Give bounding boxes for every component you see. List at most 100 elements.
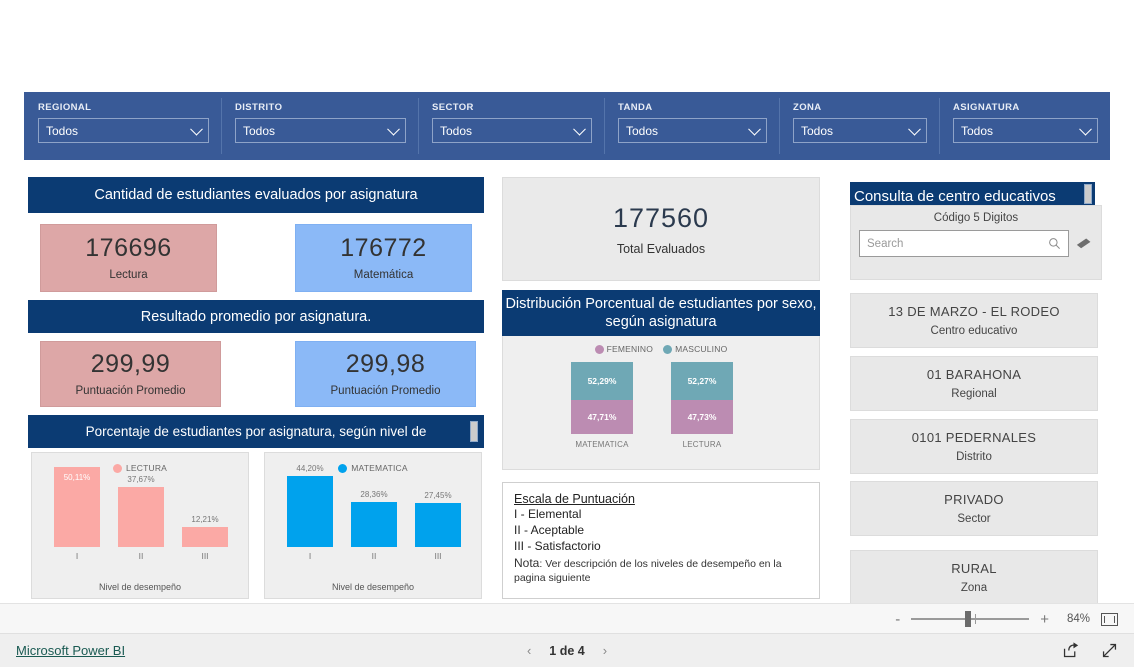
slicer-value: Todos (46, 123, 79, 138)
title-porcentaje-nivel: Porcentaje de estudiantes por asignatura… (28, 415, 484, 448)
zoom-slider-thumb[interactable] (965, 611, 972, 627)
fullscreen-icon[interactable] (1101, 642, 1118, 659)
chart-matematica-nivel-desempeno[interactable]: MATEMATICA 44,20% I 28,36% II 27,45% III Nive… (264, 452, 482, 599)
slicer-dropdown[interactable]: Todos (953, 118, 1098, 143)
zoom-percentage: 84% (1066, 613, 1090, 625)
chart-plot-area: 52,29% 47,71% MATEMATICA 52,27% 47,73% LECTUR… (503, 358, 819, 452)
info-card-distrito[interactable]: 0101 PEDERNALES Distrito (850, 419, 1098, 474)
bar-value-label: 28,36% (360, 490, 388, 499)
kpi-card-matematica-evaluados[interactable]: 176772 Matemática (295, 224, 472, 292)
title-scrollbar-thumb[interactable] (1084, 184, 1092, 204)
previous-page-button[interactable]: ‹ (527, 643, 531, 658)
info-card-regional[interactable]: 01 BARAHONA Regional (850, 356, 1098, 411)
legend-color-swatch-masculino (663, 344, 673, 354)
bar-rect[interactable] (351, 502, 397, 547)
info-card-centro-educativo[interactable]: 13 DE MARZO - EL RODEO Centro educativo (850, 293, 1098, 348)
zoom-out-button[interactable]: - (895, 612, 900, 627)
zoom-slider-tick (975, 614, 977, 624)
eraser-icon[interactable] (1076, 237, 1093, 251)
bar-value-label: 44,20% (296, 464, 324, 473)
slicer-distrito[interactable]: DISTRITO Todos (221, 92, 418, 160)
slicer-value: Todos (961, 123, 994, 138)
stacked-bar-segment[interactable]: 52,27% (671, 362, 733, 400)
bar-column[interactable]: 28,36% (351, 490, 397, 547)
search-slicer-card: Código 5 Digitos Search (850, 205, 1102, 280)
info-value: 01 BARAHONA (926, 367, 1022, 382)
slicer-dropdown[interactable]: Todos (618, 118, 767, 143)
info-card-zona[interactable]: RURAL Zona (850, 550, 1098, 605)
x-axis-tick: I (308, 551, 312, 561)
stacked-bar-segment[interactable]: 52,29% (571, 362, 633, 400)
info-value: 13 DE MARZO - EL RODEO (888, 304, 1060, 319)
kpi-label: Puntuación Promedio (75, 385, 186, 398)
title-scrollbar-thumb[interactable] (470, 421, 478, 442)
title-text: Consulta de centro educativos (854, 187, 1056, 205)
stacked-bar-segment[interactable]: 47,71% (571, 400, 633, 434)
kpi-value: 177560 (612, 202, 710, 233)
slicer-regional[interactable]: REGIONAL Todos (24, 92, 221, 160)
page-vertical-scrollbar[interactable] (1050, 0, 1062, 92)
x-axis-tick: III (434, 551, 442, 561)
chart-plot-area: 50,11% I 37,67% II 12,21% III (32, 467, 248, 569)
kpi-card-matematica-promedio[interactable]: 299,98 Puntuación Promedio (295, 341, 476, 407)
chart-distribucion-sexo[interactable]: FEMENINO MASCULINO 52,29% 47,71% MATEMATIC… (502, 336, 820, 470)
bar-rect[interactable] (287, 476, 333, 547)
legend-color-swatch (112, 463, 122, 473)
page-navigation: ‹ 1 de 4 › (0, 643, 1134, 658)
slicer-dropdown[interactable]: Todos (432, 118, 592, 143)
bar-rect[interactable] (182, 527, 228, 547)
bar-column[interactable]: 27,45% (415, 491, 461, 547)
nota-text: : Ver descripción de los niveles de dese… (514, 557, 782, 584)
bar-column[interactable]: 50,11% (54, 467, 100, 547)
info-card-sector[interactable]: PRIVADO Sector (850, 481, 1098, 536)
slicer-tanda[interactable]: TANDA Todos (604, 92, 779, 160)
slicer-dropdown[interactable]: Todos (793, 118, 927, 143)
bar-column[interactable]: 44,20% (287, 464, 333, 547)
stacked-bar-column[interactable]: 52,29% 47,71% (571, 362, 633, 434)
slicer-dropdown[interactable]: Todos (235, 118, 406, 143)
slicer-label: SECTOR (432, 102, 474, 113)
bar-rect[interactable] (415, 503, 461, 547)
search-icon[interactable] (1048, 237, 1061, 250)
kpi-label: Puntuación Promedio (330, 385, 441, 398)
search-input[interactable]: Search (859, 230, 1069, 257)
chart-legend: FEMENINO MASCULINO (503, 336, 819, 354)
kpi-value: 299,98 (345, 349, 426, 378)
powerbi-report-page: REGIONAL Todos DISTRITO Todos SECTOR Tod… (0, 0, 1134, 667)
kpi-label: Matemática (353, 269, 414, 282)
bar-value-label: 37,67% (127, 475, 155, 484)
zoom-status-bar: - + 84% (0, 603, 1134, 633)
info-value: RURAL (951, 561, 997, 576)
info-label: Zona (960, 582, 988, 594)
legend-color-swatch (338, 463, 348, 473)
slicer-asignatura[interactable]: ASIGNATURA Todos (939, 92, 1110, 160)
slicer-value: Todos (243, 123, 276, 138)
stacked-bar-segment[interactable]: 47,73% (671, 400, 733, 434)
slicer-zona[interactable]: ZONA Todos (779, 92, 939, 160)
chart-lectura-nivel-desempeno[interactable]: LECTURA 50,11% I 37,67% II 12,21% III Nivel d… (31, 452, 249, 599)
bar-column[interactable]: 12,21% (182, 515, 228, 547)
slicer-label: ASIGNATURA (953, 102, 1020, 113)
kpi-card-lectura-promedio[interactable]: 299,99 Puntuación Promedio (40, 341, 221, 407)
slicer-value: Todos (801, 123, 834, 138)
slicer-sector[interactable]: SECTOR Todos (418, 92, 604, 160)
slicer-dropdown[interactable]: Todos (38, 118, 209, 143)
kpi-card-lectura-evaluados[interactable]: 176696 Lectura (40, 224, 217, 292)
zoom-slider[interactable] (911, 611, 1030, 627)
bar-rect[interactable] (118, 487, 164, 547)
kpi-value: 299,99 (90, 349, 171, 378)
kpi-card-total-evaluados[interactable]: 177560 Total Evaluados (502, 177, 820, 281)
chart-plot-area: 44,20% I 28,36% II 27,45% III (265, 464, 481, 569)
slicer-value: Todos (626, 123, 659, 138)
legend-label: MASCULINO (675, 344, 728, 354)
info-value: 0101 PEDERNALES (911, 430, 1037, 445)
chevron-down-icon (387, 122, 400, 136)
next-page-button[interactable]: › (603, 643, 607, 658)
stacked-bar-column[interactable]: 52,27% 47,73% (671, 362, 733, 434)
escala-nota: Nota: Ver descripción de los niveles de … (514, 556, 808, 585)
fit-to-page-icon[interactable] (1101, 612, 1118, 626)
escala-line-1: I - Elemental (514, 507, 582, 521)
share-icon[interactable] (1062, 642, 1079, 659)
zoom-in-button[interactable]: + (1040, 612, 1049, 627)
bar-column[interactable]: 37,67% (118, 475, 164, 547)
